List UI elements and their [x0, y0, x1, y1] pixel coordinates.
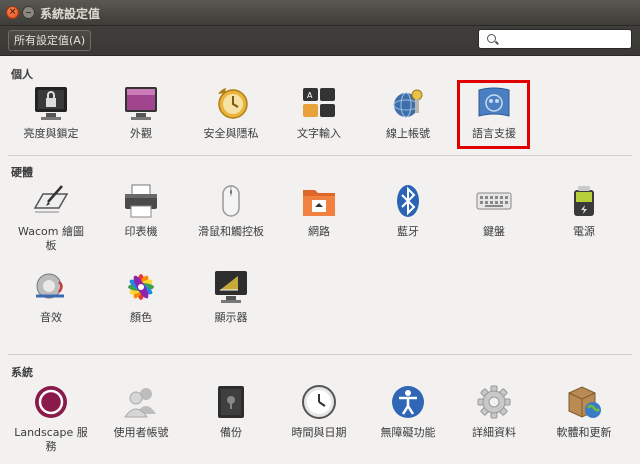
item-label: 軟體和更新	[556, 426, 612, 439]
item-label: 時間與日期	[291, 426, 347, 439]
wacom-tablet-icon	[33, 185, 69, 213]
minimize-window-button[interactable]	[22, 6, 35, 19]
mouse-icon	[222, 185, 240, 217]
item-label: 線上帳號	[386, 127, 430, 140]
all-settings-button[interactable]: 所有設定值(A)	[8, 30, 92, 51]
search-box[interactable]	[478, 29, 632, 49]
item-details[interactable]: 詳細資料	[448, 383, 540, 443]
item-sound[interactable]: 音效	[5, 268, 97, 328]
item-brightness-lock[interactable]: 亮度與鎖定	[5, 84, 97, 144]
section-divider	[8, 354, 632, 355]
brightness-lock-icon	[35, 87, 67, 120]
item-network[interactable]: 網路	[273, 182, 365, 242]
display-icon	[215, 271, 247, 303]
item-label: 安全與隱私	[203, 127, 259, 140]
item-universal-access[interactable]: 無障礙功能	[362, 383, 454, 443]
printer-icon	[125, 184, 157, 218]
section-divider	[8, 155, 632, 156]
item-label: 音效	[40, 311, 62, 324]
item-label: 網路	[308, 225, 330, 238]
item-time-date[interactable]: 時間與日期	[273, 383, 365, 443]
item-user-accounts[interactable]: 使用者帳號	[95, 383, 187, 443]
item-label: 鍵盤	[483, 225, 505, 238]
user-accounts-icon	[124, 388, 156, 418]
item-backups[interactable]: 備份	[185, 383, 277, 443]
item-printers[interactable]: 印表機	[95, 182, 187, 242]
item-color[interactable]: 顏色	[95, 268, 187, 328]
power-icon	[574, 186, 594, 216]
item-label: 備份	[220, 426, 242, 439]
window-title: 系統設定值	[40, 7, 101, 21]
keyboard-icon	[476, 192, 512, 210]
close-window-button[interactable]: ×	[6, 6, 19, 19]
section-title-personal: 個人	[11, 68, 33, 81]
search-icon	[487, 34, 496, 43]
color-icon	[128, 274, 154, 300]
item-power[interactable]: 電源	[538, 182, 630, 242]
item-label: 亮度與鎖定	[23, 127, 79, 140]
security-privacy-icon	[218, 88, 248, 119]
item-security-privacy[interactable]: 安全與隱私	[185, 84, 277, 144]
search-input[interactable]	[499, 32, 627, 46]
item-displays[interactable]: 顯示器	[185, 268, 277, 328]
item-bluetooth[interactable]: 藍牙	[362, 182, 454, 242]
bluetooth-icon	[397, 185, 419, 217]
backup-safe-icon	[218, 386, 244, 418]
section-title-hardware: 硬體	[11, 166, 33, 179]
item-keyboard[interactable]: 鍵盤	[448, 182, 540, 242]
item-landscape-service[interactable]: Landscape 服 務	[5, 383, 97, 455]
appearance-icon	[125, 87, 157, 120]
software-updates-icon	[568, 386, 601, 418]
item-software-updates[interactable]: 軟體和更新	[538, 383, 630, 443]
item-label: 印表機	[124, 225, 158, 238]
item-label: Wacom 繪圖 板	[18, 225, 84, 252]
sound-icon	[36, 273, 64, 299]
text-entry-icon: A	[303, 88, 335, 117]
item-label: 使用者帳號	[113, 426, 169, 439]
item-label: 滑鼠和觸控板	[198, 225, 264, 238]
section-title-system: 系統	[11, 366, 33, 379]
item-label: 顯示器	[214, 311, 248, 324]
highlight-box	[457, 80, 530, 149]
svg-text:A: A	[307, 91, 313, 100]
item-label: 文字輸入	[297, 127, 341, 140]
item-text-entry[interactable]: A 文字輸入	[273, 84, 365, 144]
item-appearance[interactable]: 外觀	[95, 84, 187, 144]
item-label: 外觀	[130, 127, 152, 140]
title-bar: × 系統設定值	[0, 0, 640, 26]
item-online-accounts[interactable]: 線上帳號	[362, 84, 454, 144]
gear-icon	[477, 385, 511, 419]
item-label: 藍牙	[397, 225, 419, 238]
clock-icon	[302, 385, 336, 419]
item-label: Landscape 服 務	[14, 426, 88, 453]
accessibility-icon	[392, 386, 424, 418]
item-label: 無障礙功能	[380, 426, 436, 439]
item-mouse-touchpad[interactable]: 滑鼠和觸控板	[185, 182, 277, 242]
network-icon	[303, 190, 335, 216]
item-label: 顏色	[130, 311, 152, 324]
item-label: 電源	[573, 225, 595, 238]
item-label: 詳細資料	[472, 426, 516, 439]
item-wacom-tablet[interactable]: Wacom 繪圖 板	[5, 182, 97, 254]
landscape-icon	[35, 386, 67, 418]
online-accounts-icon	[393, 89, 423, 118]
